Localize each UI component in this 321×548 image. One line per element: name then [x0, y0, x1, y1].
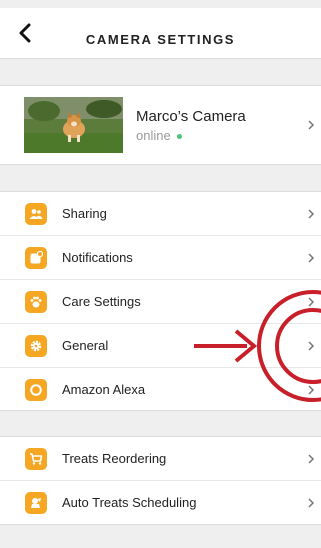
- status-dot: [176, 134, 182, 140]
- camera-name: Marco’s Camera: [136, 108, 246, 125]
- menu-item-label: Sharing: [62, 206, 107, 221]
- paw-icon: [25, 291, 47, 313]
- menu-item-label: General: [62, 338, 109, 353]
- menu-item-auto-treats-scheduling[interactable]: Auto Treats Scheduling: [0, 481, 321, 525]
- menu-item-care-settings[interactable]: Care Settings: [0, 280, 321, 324]
- menu-item-label: Notifications: [62, 250, 133, 265]
- camera-card[interactable]: Marco’s Camera online: [0, 85, 321, 165]
- menu-item-label: Amazon Alexa: [62, 382, 146, 397]
- menu-item-notifications[interactable]: Notifications: [0, 236, 321, 280]
- alexa-icon: [25, 379, 47, 401]
- chevron-right-icon: [308, 208, 315, 219]
- settings-group-1: Sharing Notifications Care Settings Gene…: [0, 191, 321, 411]
- top-bar: CAMERA SETTINGS: [0, 8, 321, 59]
- chevron-right-icon: [308, 296, 315, 307]
- notification-icon: [25, 247, 47, 269]
- chevron-right-icon: [308, 340, 315, 351]
- camera-status: online: [136, 128, 182, 143]
- menu-item-amazon-alexa[interactable]: Amazon Alexa: [0, 368, 321, 412]
- gear-icon: [25, 335, 47, 357]
- chevron-right-icon: [308, 252, 315, 263]
- status-text: online: [136, 128, 171, 143]
- menu-item-sharing[interactable]: Sharing: [0, 192, 321, 236]
- menu-item-label: Care Settings: [62, 294, 141, 309]
- cart-icon: [25, 448, 47, 470]
- settings-group-2: Treats Reordering Auto Treats Scheduling: [0, 436, 321, 525]
- people-icon: [25, 203, 47, 225]
- menu-item-treats-reordering[interactable]: Treats Reordering: [0, 437, 321, 481]
- menu-item-label: Auto Treats Scheduling: [62, 495, 197, 510]
- menu-item-general[interactable]: General: [0, 324, 321, 368]
- camera-thumbnail: [24, 97, 123, 153]
- menu-item-label: Treats Reordering: [62, 451, 167, 466]
- chevron-right-icon: [308, 385, 315, 395]
- chevron-right-icon: [308, 498, 315, 508]
- dog-icon: [25, 492, 47, 514]
- page-title: CAMERA SETTINGS: [85, 32, 236, 47]
- chevron-right-icon: [308, 453, 315, 464]
- chevron-right-icon: [308, 120, 315, 130]
